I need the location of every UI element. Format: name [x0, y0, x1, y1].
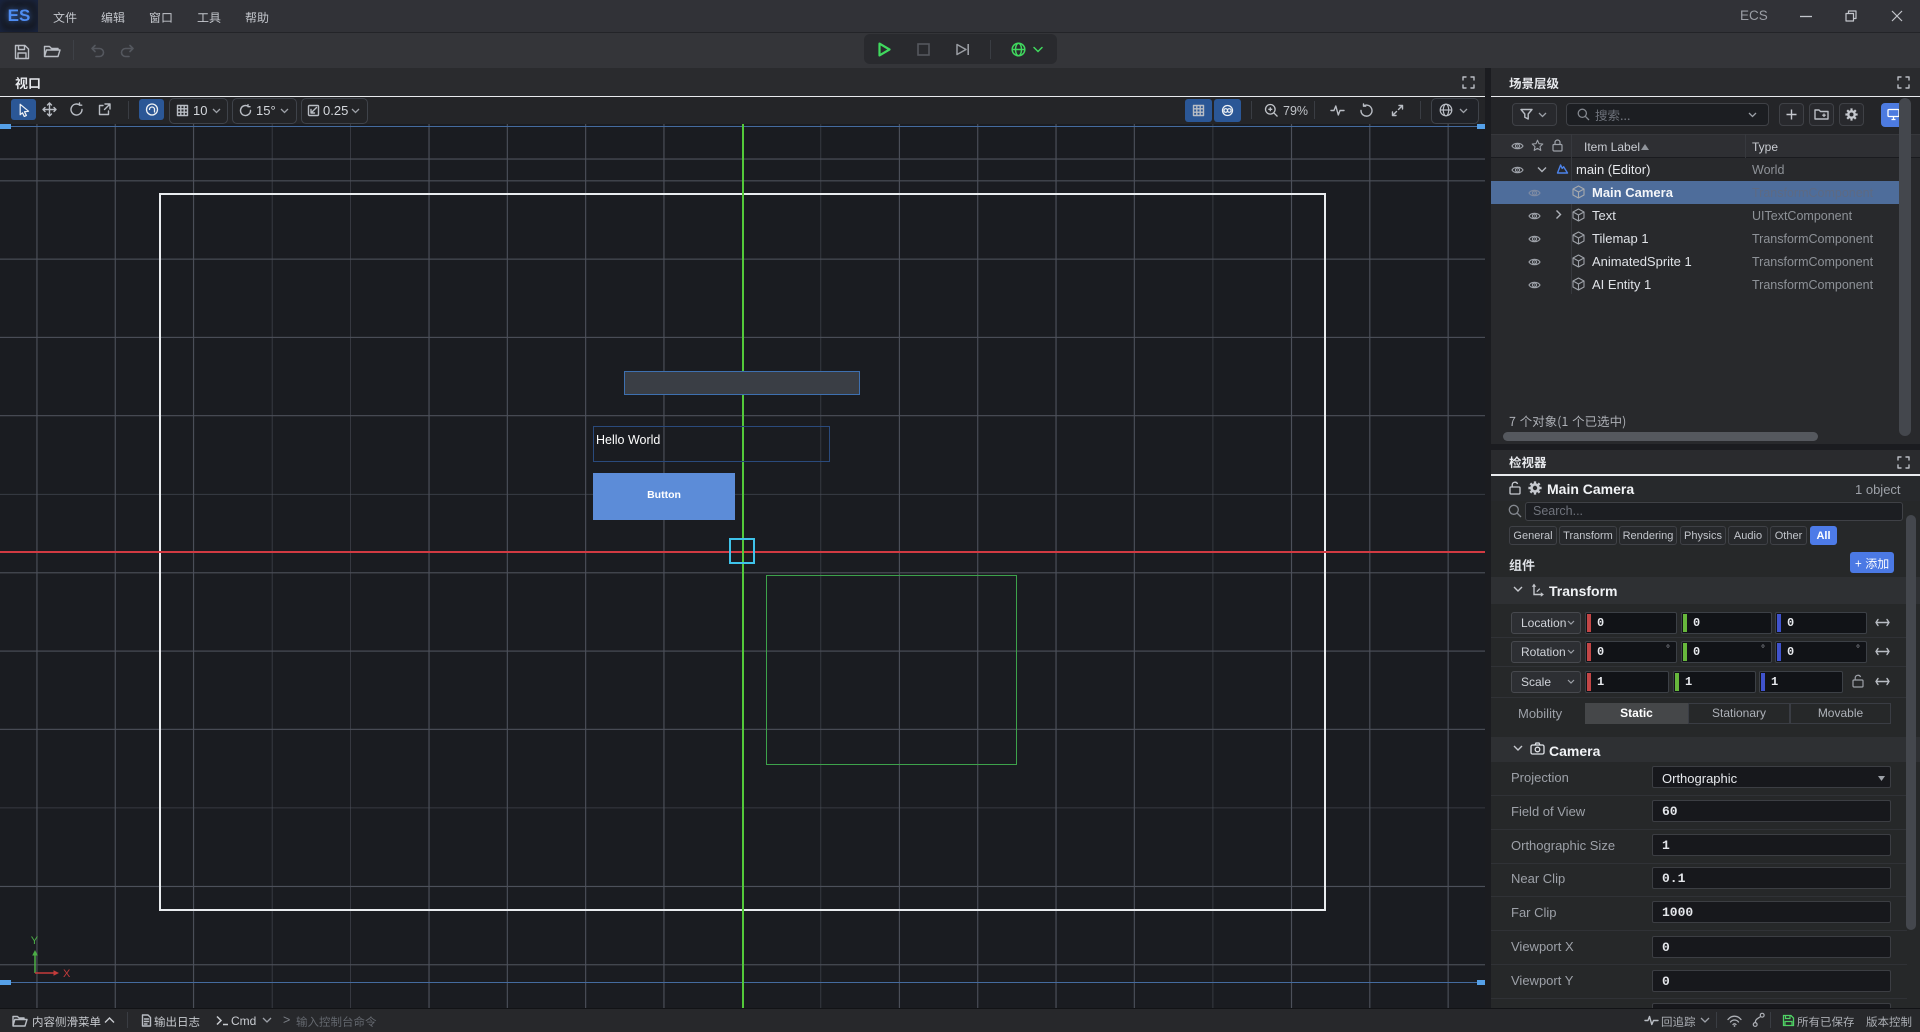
svg-text:X: X — [63, 968, 71, 980]
svg-text:Y: Y — [31, 935, 39, 947]
